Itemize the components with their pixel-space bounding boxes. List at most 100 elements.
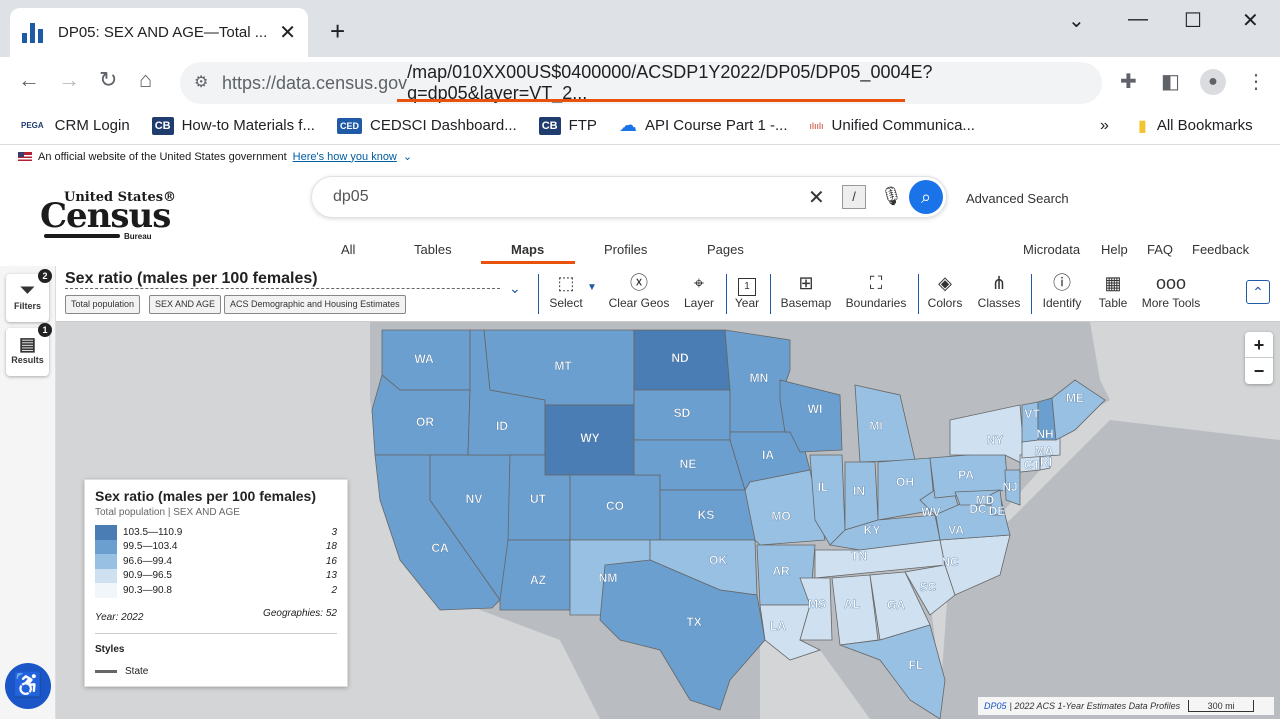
chevron-down-icon[interactable]: ⌄ xyxy=(509,280,521,297)
browser-tab[interactable]: DP05: SEX AND AGE—Total ... in ✕ xyxy=(10,8,308,57)
folder-icon: ▮ xyxy=(1138,117,1147,135)
bookmark-crm-login[interactable]: PEGA CRM Login xyxy=(18,117,130,134)
site-info-icon[interactable]: ⚙ xyxy=(194,72,208,92)
close-window-button[interactable]: ✕ xyxy=(1242,8,1259,33)
tool-label: Classes xyxy=(977,296,1021,310)
bookmark-howto[interactable]: CB How-to Materials f... xyxy=(151,116,315,135)
tool-label: Table xyxy=(1098,296,1128,310)
address-bar[interactable]: ⚙ https://data.census.gov/map/010XX00US$… xyxy=(180,62,1102,104)
clear-geos-tool[interactable]: ⓧ Clear Geos xyxy=(608,270,670,310)
bookmark-api-course[interactable]: ☁ API Course Part 1 -... xyxy=(619,115,788,136)
search-button[interactable]: ⌕ xyxy=(909,180,943,214)
bookmark-label: How-to Materials f... xyxy=(181,117,315,134)
chip-acs-demographic[interactable]: ACS Demographic and Housing Estimates xyxy=(224,295,406,314)
accessibility-button[interactable]: ♿ xyxy=(5,663,51,709)
legend-subtitle: Total population | SEX AND AGE xyxy=(95,507,240,518)
state-label-AR: AR xyxy=(772,564,790,578)
classes-tool[interactable]: ⋔ Classes xyxy=(974,270,1024,310)
chevron-down-icon[interactable]: ⌄ xyxy=(403,150,412,163)
nav-faq[interactable]: FAQ xyxy=(1147,242,1173,257)
tool-label: Colors xyxy=(927,296,963,310)
more-dots-icon: ooo xyxy=(1155,273,1187,293)
bar-chart-icon xyxy=(22,22,46,43)
microphone-icon[interactable]: 🎙 xyxy=(880,186,903,207)
gov-banner-link[interactable]: Here's how you know xyxy=(293,151,397,163)
search-input[interactable]: dp05 xyxy=(333,188,369,206)
state-label-SD: SD xyxy=(674,406,691,420)
chip-sex-and-age[interactable]: SEX AND AGE xyxy=(149,295,222,314)
advanced-search-link[interactable]: Advanced Search xyxy=(966,191,1069,206)
extensions-icon[interactable]: ✚ xyxy=(1120,69,1137,94)
close-icon[interactable]: ✕ xyxy=(279,20,296,45)
reload-button[interactable]: ↻ xyxy=(99,67,117,93)
profile-avatar[interactable]: ● xyxy=(1200,69,1226,95)
state-label-TN: TN xyxy=(851,549,867,563)
nav-help[interactable]: Help xyxy=(1101,242,1128,257)
nav-microdata[interactable]: Microdata xyxy=(1023,242,1080,257)
attribution-text: | 2022 ACS 1-Year Estimates Data Profile… xyxy=(1009,701,1181,711)
chip-total-population[interactable]: Total population xyxy=(65,295,141,314)
table-tool[interactable]: ▦ Table xyxy=(1094,270,1132,310)
side-panel-icon[interactable]: ◧ xyxy=(1161,69,1180,94)
tab-tables[interactable]: Tables xyxy=(414,242,452,257)
new-tab-button[interactable]: + xyxy=(330,16,345,47)
tab-profiles[interactable]: Profiles xyxy=(604,242,647,257)
maximize-button[interactable]: ☐ xyxy=(1184,8,1202,33)
tab-pages[interactable]: Pages xyxy=(707,242,744,257)
legend-class-row: 99.5—103.4 18 xyxy=(95,539,337,554)
back-button[interactable]: ← xyxy=(18,67,40,93)
state-label-WA: WA xyxy=(414,352,434,366)
state-label-PA: PA xyxy=(958,468,974,482)
state-label-OR: OR xyxy=(416,415,434,429)
basemap-tool[interactable]: ⊞ Basemap xyxy=(778,270,834,310)
state-label-NV: NV xyxy=(466,492,483,506)
chevron-down-icon[interactable]: ⌄ xyxy=(1068,8,1085,33)
menu-icon[interactable]: ⋮ xyxy=(1246,69,1266,94)
tool-label: Year xyxy=(734,296,760,310)
colors-tool[interactable]: ◈ Colors xyxy=(924,270,966,310)
minimize-button[interactable]: — xyxy=(1128,8,1148,31)
select-dropdown-icon[interactable]: ▼ xyxy=(586,282,598,293)
legend-count: 2 xyxy=(331,584,337,596)
state-label-ID: ID xyxy=(496,419,508,433)
all-bookmarks[interactable]: ▮ All Bookmarks xyxy=(1138,116,1253,136)
identify-tool[interactable]: ⓘ Identify xyxy=(1039,270,1085,310)
state-label-TX: TX xyxy=(686,615,701,629)
more-tools[interactable]: ooo More Tools xyxy=(1140,270,1202,310)
bookmark-cedsci[interactable]: CED CEDSCI Dashboard... xyxy=(336,117,517,134)
map-title[interactable]: Sex ratio (males per 100 females) xyxy=(65,270,318,288)
results-count-badge: 1 xyxy=(38,323,52,337)
boundaries-tool[interactable]: ⛶ Boundaries xyxy=(844,270,908,310)
tab-all[interactable]: All xyxy=(341,242,355,257)
clear-icon[interactable]: ✕ xyxy=(808,185,825,210)
state-label-AZ: AZ xyxy=(530,573,546,587)
classes-icon: ⋔ xyxy=(991,273,1007,293)
search-box[interactable]: dp05 ✕ / 🎙 ⌕ xyxy=(311,176,947,218)
toolbar-divider xyxy=(538,274,539,314)
tab-maps[interactable]: Maps xyxy=(511,242,544,257)
filters-button[interactable]: ⏷ Filters 2 xyxy=(6,269,52,322)
legend-title: Sex ratio (males per 100 females) xyxy=(95,488,317,504)
bookmarks-overflow-button[interactable]: » xyxy=(1100,117,1109,135)
results-button[interactable]: ▤ Results 1 xyxy=(6,323,52,376)
legend-styles-heading: Styles xyxy=(95,644,125,655)
us-flag-icon xyxy=(18,152,32,161)
nav-feedback[interactable]: Feedback xyxy=(1192,242,1249,257)
map-toolbar: Sex ratio (males per 100 females) ⌄ Tota… xyxy=(56,266,1280,322)
location-pin-icon: ⌖ xyxy=(693,273,705,293)
attribution-link[interactable]: DP05 xyxy=(984,701,1007,711)
document-icon: ▤ xyxy=(18,334,36,354)
zoom-in-button[interactable]: + xyxy=(1245,332,1273,358)
forward-button[interactable]: → xyxy=(58,67,80,93)
home-button[interactable]: ⌂ xyxy=(139,67,152,93)
select-tool[interactable]: ⬚ Select xyxy=(545,270,587,310)
layer-tool[interactable]: ⌖ Layer xyxy=(681,270,717,310)
collapse-toolbar-button[interactable]: ⌃ xyxy=(1246,280,1270,304)
state-label-NC: NC xyxy=(941,555,959,569)
bookmark-unified-comm[interactable]: ılıılı Unified Communica... xyxy=(810,117,975,134)
bookmark-ftp[interactable]: CB FTP xyxy=(538,116,597,135)
zoom-out-button[interactable]: − xyxy=(1245,358,1273,384)
url-path: /map/010XX00US$0400000/ACSDP1Y2022/DP05/… xyxy=(407,62,933,103)
legend-class-row: 90.3—90.8 2 xyxy=(95,583,337,598)
year-tool[interactable]: 1 Year xyxy=(732,270,762,310)
